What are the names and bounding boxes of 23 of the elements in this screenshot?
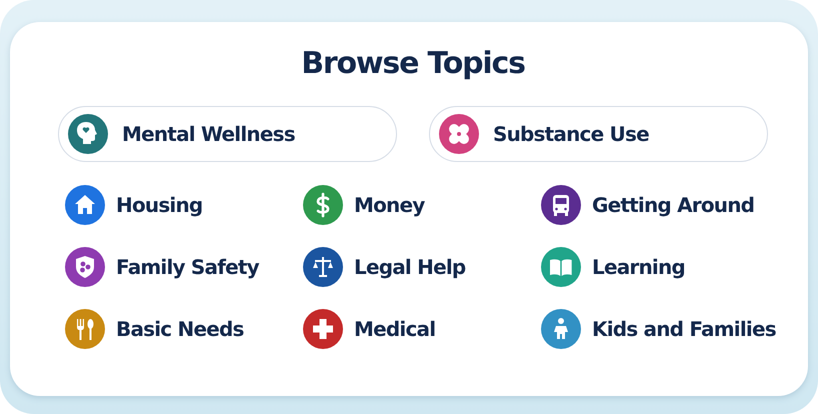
topic-link[interactable]: Housing — [65, 184, 303, 225]
topic-button[interactable]: Mental Wellness — [58, 106, 397, 162]
scales-icon — [303, 246, 343, 286]
topic-link[interactable]: Learning — [541, 246, 779, 287]
topic-link[interactable]: Money — [303, 184, 541, 225]
topic-link[interactable]: Basic Needs — [65, 308, 303, 349]
cross-icon — [303, 308, 343, 348]
topic-link[interactable]: Legal Help — [303, 246, 541, 287]
topic-link[interactable]: Medical — [303, 308, 541, 349]
bandage-icon — [439, 114, 479, 154]
bus-icon — [541, 184, 581, 224]
book-icon — [541, 246, 581, 286]
child-icon — [541, 308, 581, 348]
topic-link[interactable]: Family Safety — [65, 246, 303, 287]
head-icon — [68, 114, 108, 154]
topic-link[interactable]: Getting Around — [541, 184, 779, 225]
topic-button[interactable]: Substance Use — [429, 106, 768, 162]
dollar-icon — [303, 184, 343, 224]
shield-icon — [65, 246, 105, 286]
house-icon — [65, 184, 105, 224]
section-title: Browse Topics — [300, 45, 526, 83]
utensils-icon — [65, 308, 105, 348]
topic-link[interactable]: Kids and Families — [541, 308, 779, 349]
